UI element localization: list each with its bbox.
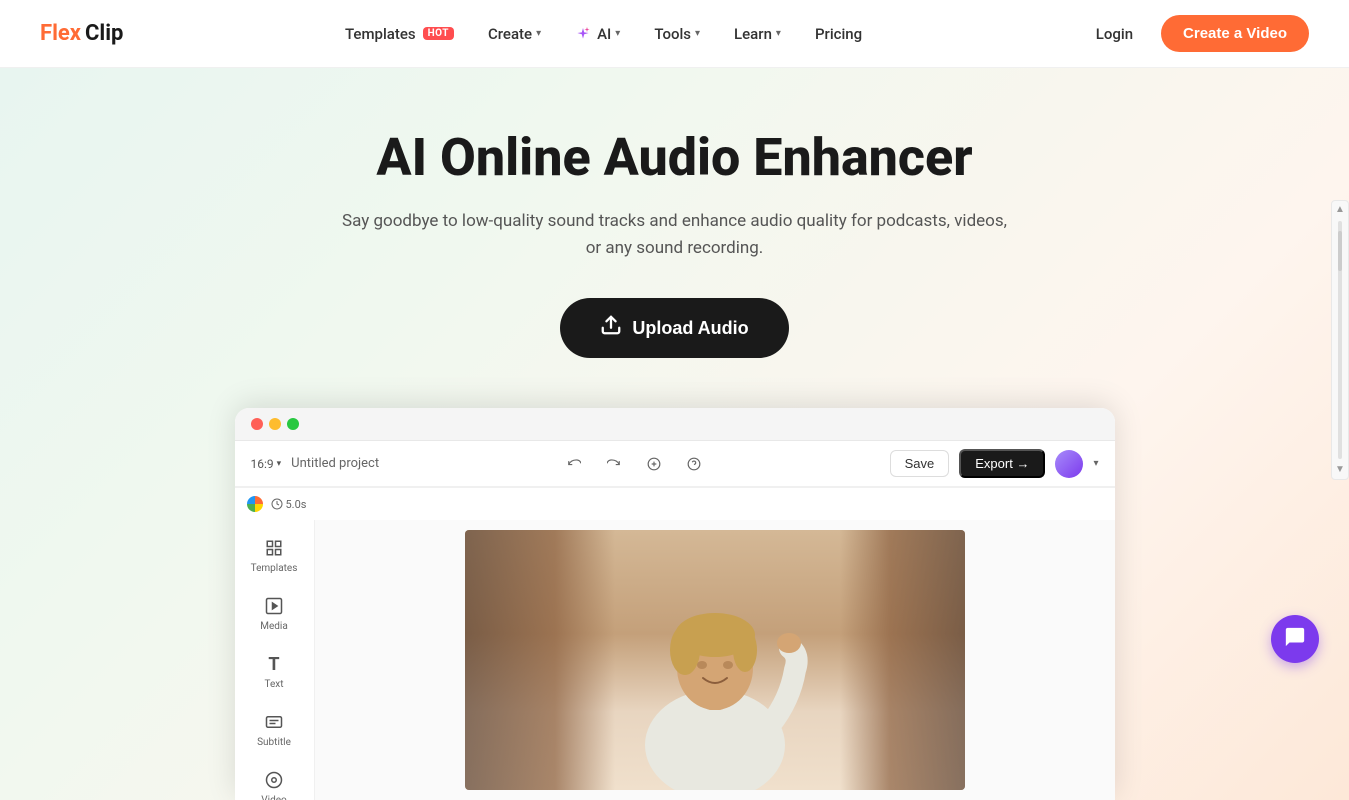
export-button[interactable]: Export → [959, 449, 1045, 478]
avatar-chevron-icon[interactable]: ▾ [1093, 458, 1098, 469]
media-icon [262, 594, 286, 618]
create-video-button[interactable]: Create a Video [1161, 15, 1309, 52]
app-preview: 16:9 ▾ Untitled project [235, 408, 1115, 800]
app-toolbar: 16:9 ▾ Untitled project [235, 441, 1115, 487]
undo-button[interactable] [560, 450, 588, 478]
sidebar-item-text[interactable]: T Text [239, 644, 309, 698]
tools-chevron-icon: ▾ [695, 28, 700, 39]
ai-sparkle-icon [575, 26, 591, 42]
project-name[interactable]: Untitled project [291, 456, 379, 471]
save-button[interactable]: Save [890, 450, 950, 477]
logo-flex: Flex [40, 21, 81, 46]
minimize-button[interactable] [269, 418, 281, 430]
upload-audio-label: Upload Audio [632, 318, 748, 339]
curtain-left [465, 530, 615, 790]
nav-actions: Login Create a Video [1084, 15, 1309, 52]
toolbar-center [560, 450, 708, 478]
logo-clip: Clip [85, 21, 123, 46]
logo[interactable]: FlexClip [40, 21, 123, 46]
scroll-thumb[interactable] [1338, 231, 1342, 271]
canvas-area [315, 520, 1115, 800]
video-icon [262, 768, 286, 792]
hero-subtitle: Say goodbye to low-quality sound tracks … [335, 208, 1015, 262]
help-button[interactable] [680, 450, 708, 478]
crop-button[interactable] [640, 450, 668, 478]
nav-links: Templates HOT Create ▾ AI ▾ Tools ▾ Lear… [331, 17, 876, 51]
video-label: Video [261, 795, 286, 800]
subtitle-icon [262, 710, 286, 734]
toolbar-left: 16:9 ▾ Untitled project [251, 456, 380, 471]
aspect-ratio-chevron-icon: ▾ [277, 459, 282, 469]
learn-chevron-icon: ▾ [776, 28, 781, 39]
app-body: Templates Media T Text [235, 520, 1115, 800]
templates-icon [262, 536, 286, 560]
nav-learn[interactable]: Learn ▾ [720, 17, 795, 51]
timeline-duration: 5.0s [271, 498, 307, 511]
templates-label: Templates [251, 563, 298, 574]
upload-audio-button[interactable]: Upload Audio [560, 298, 788, 358]
ai-chevron-icon: ▾ [615, 28, 620, 39]
nav-pricing[interactable]: Pricing [801, 17, 876, 51]
user-avatar[interactable] [1055, 450, 1083, 478]
upload-icon [600, 314, 622, 342]
aspect-ratio-selector[interactable]: 16:9 ▾ [251, 457, 282, 471]
app-sidebar: Templates Media T Text [235, 520, 315, 800]
nav-tools[interactable]: Tools ▾ [640, 17, 714, 51]
nav-ai[interactable]: AI ▾ [561, 17, 634, 51]
scroll-up-button[interactable]: ▲ [1335, 205, 1345, 215]
sidebar-item-subtitle[interactable]: Subtitle [239, 702, 309, 756]
traffic-lights [251, 418, 299, 430]
scroll-down-button[interactable]: ▼ [1335, 465, 1345, 475]
text-label: Text [264, 679, 283, 690]
sidebar-item-video[interactable]: Video [239, 760, 309, 800]
app-titlebar [235, 408, 1115, 441]
hero-section: AI Online Audio Enhancer Say goodbye to … [0, 68, 1349, 800]
person-figure [605, 550, 825, 790]
create-chevron-icon: ▾ [536, 28, 541, 39]
side-scrollbar: ▲ ▼ [1331, 200, 1349, 480]
chat-bubble-button[interactable] [1271, 615, 1319, 663]
chat-icon [1284, 626, 1306, 653]
scroll-track [1338, 221, 1342, 459]
close-button[interactable] [251, 418, 263, 430]
curtain-right [840, 530, 965, 790]
maximize-button[interactable] [287, 418, 299, 430]
timeline-color-wheel [247, 496, 263, 512]
redo-button[interactable] [600, 450, 628, 478]
sidebar-item-templates[interactable]: Templates [239, 528, 309, 582]
sidebar-item-media[interactable]: Media [239, 586, 309, 640]
hot-badge: HOT [423, 27, 454, 40]
hero-title: AI Online Audio Enhancer [40, 128, 1309, 188]
nav-create[interactable]: Create ▾ [474, 17, 555, 51]
subtitle-label: Subtitle [257, 737, 291, 748]
nav-templates[interactable]: Templates HOT [331, 17, 468, 51]
toolbar-right: Save Export → ▾ [890, 449, 1099, 478]
timeline-strip: 5.0s [235, 487, 1115, 520]
media-label: Media [260, 621, 288, 632]
text-icon: T [262, 652, 286, 676]
navbar: FlexClip Templates HOT Create ▾ AI ▾ Too… [0, 0, 1349, 68]
login-button[interactable]: Login [1084, 17, 1145, 51]
video-preview [465, 530, 965, 790]
